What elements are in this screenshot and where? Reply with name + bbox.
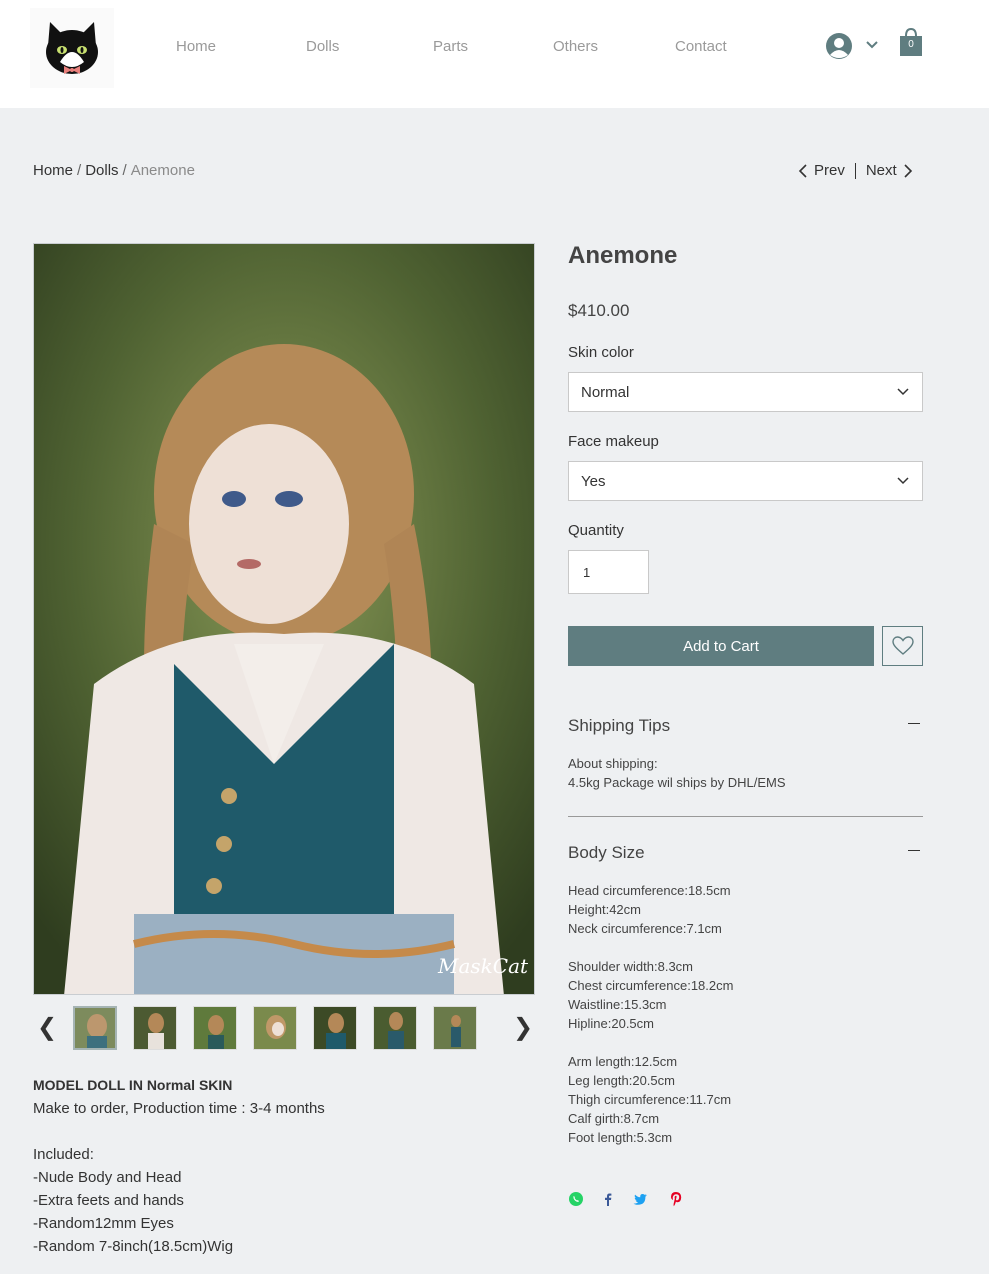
heart-icon xyxy=(891,636,914,655)
thumbnail[interactable] xyxy=(73,1006,117,1050)
chevron-left-icon xyxy=(798,163,807,178)
thumbnail-image xyxy=(194,1007,236,1049)
thumbnail[interactable] xyxy=(313,1006,357,1050)
thumbnail[interactable] xyxy=(373,1006,417,1050)
product-main-image[interactable] xyxy=(33,243,535,995)
chevron-right-icon xyxy=(904,163,912,178)
description-line: Included: xyxy=(33,1146,94,1163)
thumbnail-image xyxy=(374,1007,416,1049)
next-label: Next xyxy=(865,162,897,179)
thumbnail[interactable] xyxy=(193,1006,237,1050)
cart-button[interactable]: 0 xyxy=(899,27,923,57)
cart-count: 0 xyxy=(908,39,914,50)
thumb-prev-arrow[interactable]: ❮ xyxy=(37,1013,57,1042)
thumbnail[interactable] xyxy=(133,1006,177,1050)
section-divider xyxy=(568,816,923,817)
product-pager: Prev Next xyxy=(798,162,913,179)
cat-logo[interactable] xyxy=(30,8,114,88)
next-button[interactable]: Next xyxy=(866,162,913,179)
quantity-input[interactable]: 1 xyxy=(568,550,649,594)
facebook-icon[interactable] xyxy=(600,1191,616,1207)
quantity-label: Quantity xyxy=(568,522,624,539)
body-size-line: Thigh circumference:11.7cm xyxy=(568,1092,732,1107)
add-to-cart-button[interactable]: Add to Cart xyxy=(568,626,874,666)
face-makeup-value: Yes xyxy=(581,472,606,490)
thumb-next-arrow[interactable]: ❯ xyxy=(513,1013,533,1042)
thumbnail-image xyxy=(314,1007,356,1049)
prev-label: Prev xyxy=(814,162,845,179)
breadcrumb-home[interactable]: Home xyxy=(33,162,73,179)
description-heading: MODEL DOLL IN Normal SKIN xyxy=(33,1077,233,1093)
body-size-title[interactable]: Body Size xyxy=(568,843,645,863)
body-size-line: Leg length:20.5cm xyxy=(568,1073,675,1088)
thumbnail-image xyxy=(434,1007,476,1049)
doll-photo xyxy=(34,244,534,994)
body-size-line xyxy=(568,1033,733,1052)
image-watermark: MaskCat xyxy=(438,954,529,978)
body-size-line xyxy=(568,938,733,957)
nav-parts[interactable]: Parts xyxy=(433,38,468,55)
breadcrumb-separator: / xyxy=(122,162,127,179)
thumbnail[interactable] xyxy=(253,1006,297,1050)
description-line: -Nude Body and Head xyxy=(33,1169,182,1186)
collapse-minus-icon[interactable] xyxy=(908,850,920,851)
breadcrumb-separator: / xyxy=(77,162,82,179)
site-header: Home Dolls Parts Others Contact 0 xyxy=(0,0,989,108)
user-avatar-icon[interactable] xyxy=(825,32,853,60)
thumbnail-strip: ❮ ❯ xyxy=(33,1005,535,1051)
body-size-line: Chest circumference:18.2cm xyxy=(568,978,734,993)
twitter-icon[interactable] xyxy=(632,1191,648,1207)
breadcrumb-current: Anemone xyxy=(130,162,195,179)
pinterest-icon[interactable] xyxy=(668,1191,684,1207)
body-size-line: Height:42cm xyxy=(568,902,641,917)
shipping-tips-title[interactable]: Shipping Tips xyxy=(568,716,670,736)
body-size-line: Waistline:15.3cm xyxy=(568,997,667,1012)
shipping-tips-body: About shipping: 4.5kg Package wil ships … xyxy=(568,754,785,792)
body-size-line: Shoulder width:8.3cm xyxy=(568,959,694,974)
body-size-line: Calf girth:8.7cm xyxy=(568,1111,660,1126)
product-title: Anemone xyxy=(568,242,678,269)
description-line xyxy=(33,1120,533,1143)
thumbnail[interactable] xyxy=(433,1006,477,1050)
breadcrumb-dolls[interactable]: Dolls xyxy=(85,162,118,179)
chevron-down-icon xyxy=(897,388,909,396)
wishlist-button[interactable] xyxy=(882,626,923,666)
skin-color-select[interactable]: Normal xyxy=(568,372,923,412)
product-description: MODEL DOLL IN Normal SKIN Make to order,… xyxy=(33,1074,533,1258)
chevron-down-icon xyxy=(897,477,909,485)
whatsapp-icon[interactable] xyxy=(568,1191,584,1207)
body-size-line: Foot length:5.3cm xyxy=(568,1130,673,1145)
skin-color-label: Skin color xyxy=(568,344,634,361)
face-makeup-label: Face makeup xyxy=(568,433,659,450)
nav-dolls[interactable]: Dolls xyxy=(306,38,339,55)
body-size-line: Hipline:20.5cm xyxy=(568,1016,654,1031)
chevron-down-icon[interactable] xyxy=(865,40,879,50)
prev-button[interactable]: Prev xyxy=(798,162,845,179)
body-size-line: Arm length:12.5cm xyxy=(568,1054,678,1069)
body-size-line: Head circumference:18.5cm xyxy=(568,883,731,898)
thumbnail-image xyxy=(134,1007,176,1049)
skin-color-value: Normal xyxy=(581,383,630,401)
shipping-line: About shipping: xyxy=(568,756,658,771)
cat-logo-icon xyxy=(46,22,98,74)
description-line: -Random12mm Eyes xyxy=(33,1215,174,1232)
body-size-line: Neck circumference:7.1cm xyxy=(568,921,722,936)
thumbnail-image xyxy=(75,1008,115,1048)
thumbnail-image xyxy=(254,1007,296,1049)
breadcrumb: Home / Dolls / Anemone xyxy=(33,162,195,179)
nav-others[interactable]: Others xyxy=(553,38,598,55)
body-size-body: Head circumference:18.5cm Height:42cm Ne… xyxy=(568,881,733,1147)
collapse-minus-icon[interactable] xyxy=(908,723,920,724)
product-price: $410.00 xyxy=(568,301,630,320)
face-makeup-select[interactable]: Yes xyxy=(568,461,923,501)
description-line: Make to order, Production time : 3-4 mon… xyxy=(33,1100,325,1117)
description-line: -Extra feets and hands xyxy=(33,1192,184,1209)
nav-contact[interactable]: Contact xyxy=(675,38,727,55)
nav-home[interactable]: Home xyxy=(176,38,216,55)
shipping-line: 4.5kg Package wil ships by DHL/EMS xyxy=(568,775,786,790)
description-line: -Random 7-8inch(18.5cm)Wig xyxy=(33,1238,234,1255)
pager-divider xyxy=(854,162,856,179)
